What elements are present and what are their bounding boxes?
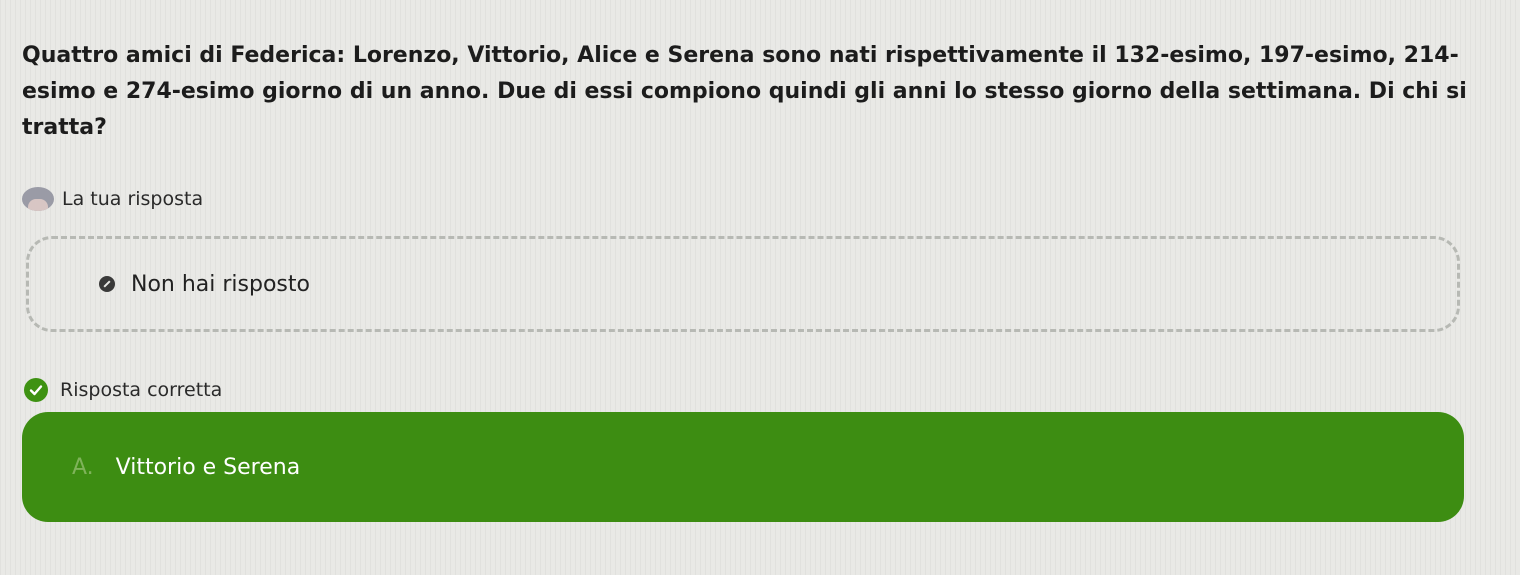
check-circle-icon — [24, 378, 48, 402]
user-avatar-icon — [22, 187, 54, 211]
your-answer-header: La tua risposta — [22, 184, 203, 214]
correct-answer-header: Risposta corretta — [24, 376, 222, 404]
checkmark-icon — [29, 385, 43, 396]
not-answered-text: Non hai risposto — [131, 271, 310, 297]
not-answered-icon — [99, 276, 115, 292]
your-answer-box: Non hai risposto — [26, 236, 1460, 332]
correct-answer-label: Risposta corretta — [60, 379, 223, 401]
correct-answer-option: A. Vittorio e Serena — [22, 412, 1464, 522]
option-text: Vittorio e Serena — [115, 454, 301, 480]
option-letter: A. — [72, 454, 94, 480]
your-answer-label: La tua risposta — [62, 188, 204, 210]
question-text: Quattro amici di Federica: Lorenzo, Vitt… — [22, 43, 1467, 140]
